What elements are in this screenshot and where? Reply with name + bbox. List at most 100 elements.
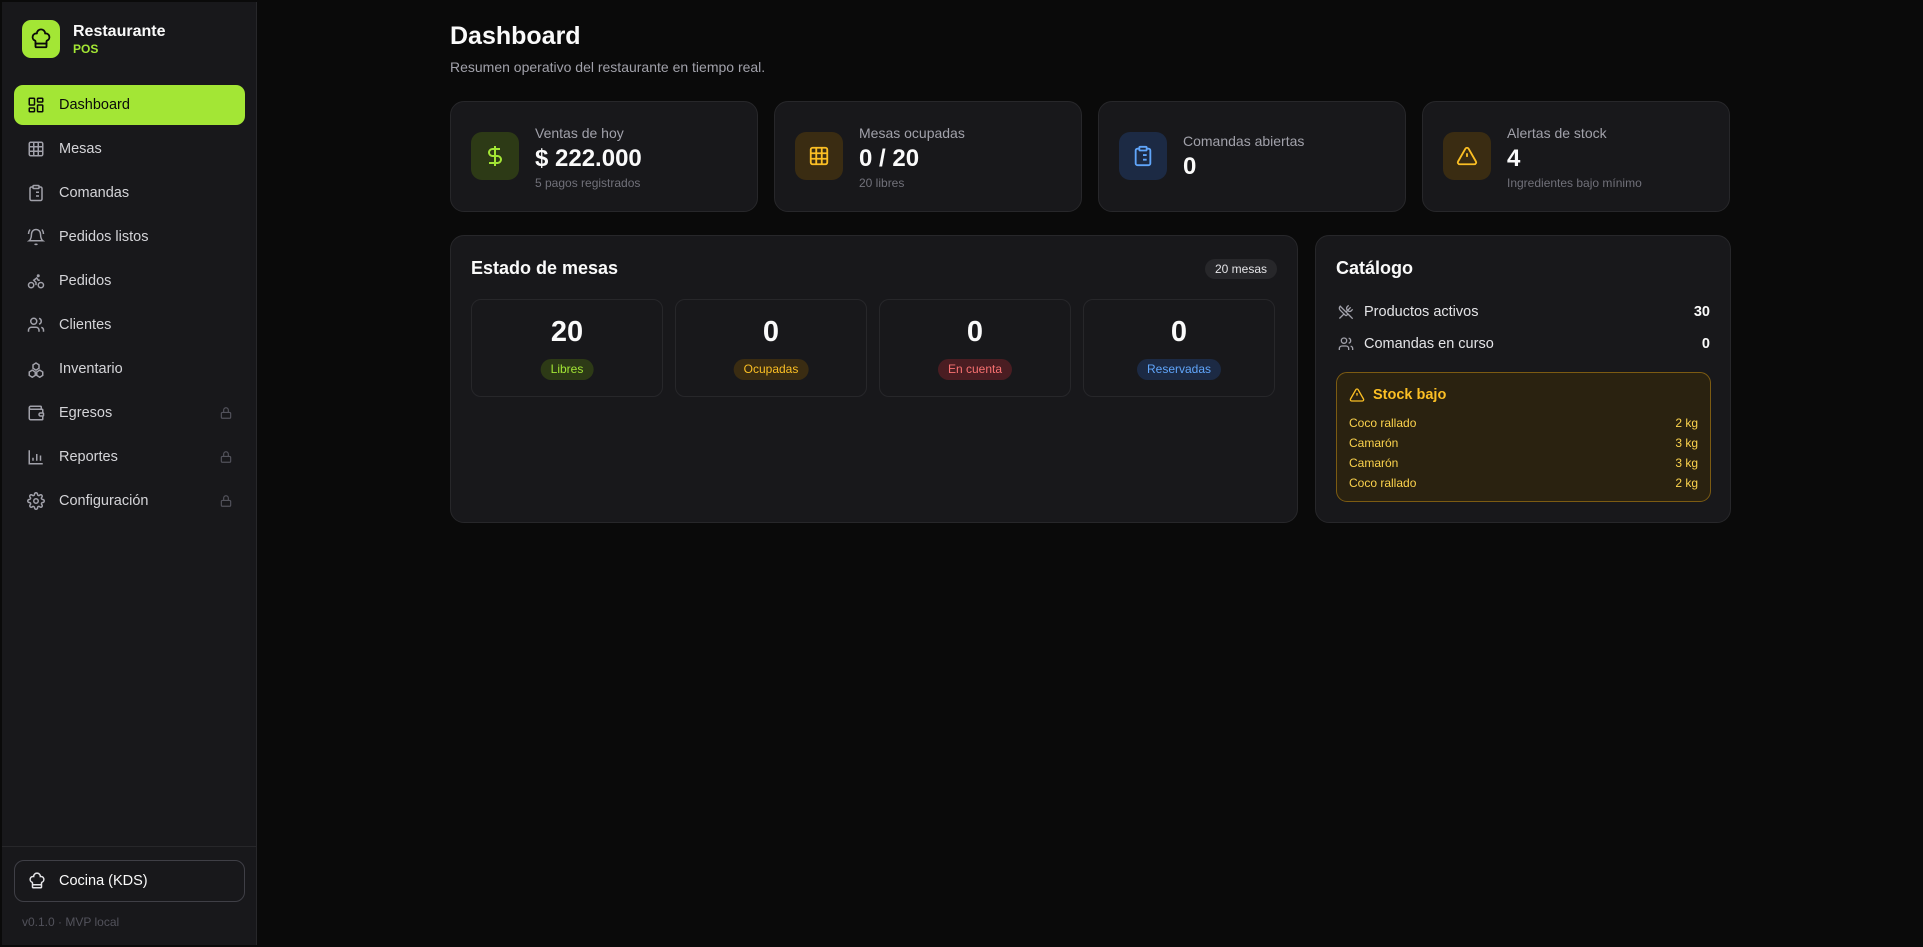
list-item: Camarón 3 kg [1349,453,1698,473]
clipboard-list-icon [26,183,46,203]
wallet-icon [26,403,46,423]
page-subtitle: Resumen operativo del restaurante en tie… [450,59,766,75]
sidebar-item-label: Mesas [59,141,102,157]
utensils-crossed-icon [1336,302,1356,322]
stock-item-name: Camarón [1349,456,1399,470]
sidebar-item-comandas[interactable]: Comandas [14,173,245,213]
stat-note: Ingredientes bajo mínimo [1507,176,1642,190]
catalog-row-label: Comandas en curso [1364,336,1494,352]
status-count: 20 [550,316,584,348]
low-stock-alert: Stock bajo Coco rallado 2 kg Camarón 3 k… [1336,372,1711,502]
status-badge: Reservadas [1136,359,1222,380]
clipboard-list-icon [1119,132,1167,180]
sidebar-item-label: Reportes [59,449,118,465]
sidebar-item-pedidos-listos[interactable]: Pedidos listos [14,217,245,257]
stat-value: 0 [1183,153,1197,180]
tables-status-panel: Estado de mesas 20 mesas 20 Libres 0 Ocu… [450,235,1298,523]
status-badge: En cuenta [937,359,1013,380]
sidebar-item-inventario[interactable]: Inventario [14,349,245,389]
stat-label: Mesas ocupadas [859,125,965,141]
kitchen-kds-button[interactable]: Cocina (KDS) [14,860,245,902]
brand[interactable]: Restaurante POS [22,20,165,58]
sidebar: Restaurante POS Dashboard Mesas Comandas… [2,2,257,945]
dashboard-icon [26,95,46,115]
stat-value: 0 / 20 [859,145,920,172]
status-badge: Libres [540,359,594,380]
status-reserved-card[interactable]: 0 Reservadas [1083,299,1275,397]
stock-item-qty: 3 kg [1675,436,1698,450]
kds-label: Cocina (KDS) [59,873,148,889]
status-count: 0 [966,316,984,348]
list-item: Coco rallado 2 kg [1349,413,1698,433]
bike-icon [26,271,46,291]
boxes-icon [26,359,46,379]
sidebar-item-configuracion[interactable]: Configuración [14,481,245,521]
brand-subtitle: POS [73,41,99,56]
list-item: Camarón 3 kg [1349,433,1698,453]
sidebar-item-clientes[interactable]: Clientes [14,305,245,345]
panel-title: Estado de mesas [471,258,619,278]
sidebar-item-label: Pedidos listos [59,229,149,245]
chef-hat-logo-icon [22,20,60,58]
low-stock-title: Stock bajo [1373,387,1447,403]
sidebar-item-label: Pedidos [59,273,112,289]
sidebar-item-reportes[interactable]: Reportes [14,437,245,477]
sidebar-nav: Dashboard Mesas Comandas Pedidos listos [14,85,245,525]
sidebar-item-label: Inventario [59,361,123,377]
warning-icon [1443,132,1491,180]
stock-item-name: Coco rallado [1349,476,1417,490]
list-item: Coco rallado 2 kg [1349,473,1698,493]
status-free-card[interactable]: 20 Libres [471,299,663,397]
sidebar-item-pedidos[interactable]: Pedidos [14,261,245,301]
version-label: v0.1.0 · MVP local [22,915,120,929]
catalog-row-value: 0 [1701,336,1710,352]
catalog-row-value: 30 [1693,304,1710,320]
stat-card-stock-alerts: Alertas de stock 4 Ingredientes bajo mín… [1422,101,1730,212]
bell-ring-icon [26,227,46,247]
warning-icon [1349,388,1365,402]
lock-icon [219,493,233,509]
panel-title: Catálogo [1336,258,1414,278]
stat-card-sales: Ventas de hoy $ 222.000 5 pagos registra… [450,101,758,212]
low-stock-list: Coco rallado 2 kg Camarón 3 kg Camarón 3… [1349,413,1698,493]
tables-status-row: 20 Libres 0 Ocupadas 0 En cuenta 0 Reser… [471,299,1275,397]
tables-count-badge: 20 mesas [1204,259,1277,279]
sidebar-item-label: Dashboard [59,97,130,113]
status-billing-card[interactable]: 0 En cuenta [879,299,1071,397]
catalog-row-products: Productos activos 30 [1336,302,1710,322]
users-icon [26,315,46,335]
sidebar-item-dashboard[interactable]: Dashboard [14,85,245,125]
stock-item-qty: 2 kg [1675,416,1698,430]
status-badge: Ocupadas [733,359,809,380]
low-stock-header: Stock bajo [1349,387,1446,403]
table-grid-icon [795,132,843,180]
users-icon [1336,334,1356,354]
stat-note: 5 pagos registrados [535,176,641,190]
lock-icon [219,405,233,421]
stat-value: 4 [1507,145,1521,172]
dollar-icon [471,132,519,180]
stock-item-qty: 3 kg [1675,456,1698,470]
sidebar-item-label: Egresos [59,405,113,421]
status-occupied-card[interactable]: 0 Ocupadas [675,299,867,397]
catalog-row-label: Productos activos [1364,304,1479,320]
stat-note: 20 libres [859,176,905,190]
sidebar-item-label: Clientes [59,317,112,333]
stat-label: Alertas de stock [1507,125,1607,141]
status-count: 0 [1170,316,1188,348]
sidebar-footer: Cocina (KDS) v0.1.0 · MVP local [2,846,256,945]
catalog-row-orders: Comandas en curso 0 [1336,334,1710,354]
stat-value: $ 222.000 [535,145,642,172]
sidebar-item-label: Configuración [59,493,149,509]
stock-item-qty: 2 kg [1675,476,1698,490]
stock-item-name: Coco rallado [1349,416,1417,430]
stat-card-orders: Comandas abiertas 0 [1098,101,1406,212]
chef-hat-icon [27,871,47,891]
stock-item-name: Camarón [1349,436,1399,450]
stat-card-tables: Mesas ocupadas 0 / 20 20 libres [774,101,1082,212]
table-grid-icon [26,139,46,159]
lock-icon [219,449,233,465]
bar-chart-icon [26,447,46,467]
sidebar-item-mesas[interactable]: Mesas [14,129,245,169]
sidebar-item-egresos[interactable]: Egresos [14,393,245,433]
